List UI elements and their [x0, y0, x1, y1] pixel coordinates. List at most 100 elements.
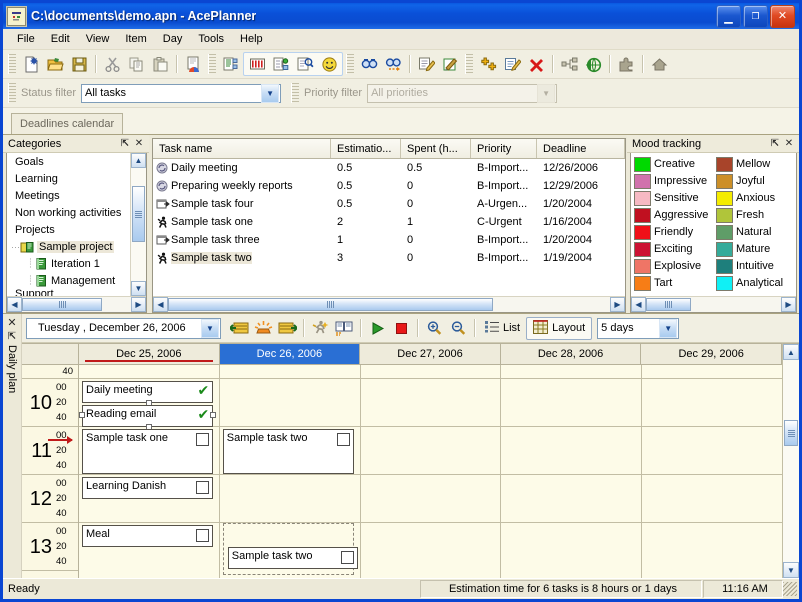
tree-item-sample-project[interactable]: ··· Sample project	[7, 238, 131, 255]
add-task-icon[interactable]	[476, 53, 500, 75]
tree-item-management[interactable]: ┊ Management	[7, 272, 131, 289]
menu-item-day[interactable]: Day	[155, 31, 191, 47]
stop-timer-icon[interactable]	[389, 317, 413, 339]
calendar-vscrollbar[interactable]: ▲ ▼	[782, 343, 799, 578]
scroll-left-button[interactable]: ◀	[7, 297, 22, 312]
categories-tree[interactable]: Goals Learning Meetings Non working acti…	[7, 153, 146, 296]
scroll-thumb[interactable]	[784, 420, 798, 446]
plugin-icon[interactable]	[614, 53, 638, 75]
edit-task-icon[interactable]	[414, 53, 438, 75]
mood-item-intuitive[interactable]: Intuitive	[716, 258, 796, 274]
scroll-up-button[interactable]: ▲	[131, 153, 146, 168]
close-icon[interactable]: ✕	[782, 137, 796, 151]
categories-hscrollbar[interactable]: ◀ ▶	[7, 296, 146, 312]
scroll-left-button[interactable]: ◀	[153, 297, 168, 312]
appointment-sample-task-one[interactable]: Sample task one	[82, 429, 213, 474]
hierarchy-icon[interactable]	[557, 53, 581, 75]
table-row[interactable]: Sample task four 0.5 0 A-Urgen... 1/20/2…	[153, 195, 625, 213]
open-folder-icon[interactable]	[43, 53, 67, 75]
day-column-dec-25[interactable]: Daily meeting ✔ Reading email ✔ Sample t…	[79, 365, 220, 578]
appointment-checkbox[interactable]: ✔	[197, 383, 209, 397]
task-list-hscrollbar[interactable]: ◀ ▶	[153, 296, 625, 312]
mood-item-mellow[interactable]: Mellow	[716, 156, 796, 172]
mood-item-anxious[interactable]: Anxious	[716, 190, 796, 206]
zoom-in-icon[interactable]	[422, 317, 446, 339]
tree-item-meetings[interactable]: Meetings	[7, 187, 131, 204]
highlight-day-icon[interactable]	[251, 317, 275, 339]
appointment-checkbox[interactable]	[336, 433, 350, 446]
scroll-thumb[interactable]	[132, 186, 145, 242]
appointment-checkbox[interactable]	[195, 529, 209, 542]
chevron-down-icon[interactable]: ▼	[261, 83, 280, 103]
pin-icon[interactable]: ⇱	[8, 331, 16, 343]
day-header-dec-26[interactable]: Dec 26, 2006	[219, 344, 361, 364]
appointment-checkbox[interactable]	[195, 433, 209, 446]
mood-item-natural[interactable]: Natural	[716, 224, 796, 240]
table-row[interactable]: Preparing weekly reports 0.5 0 B-Import.…	[153, 177, 625, 195]
day-column-dec-29[interactable]	[642, 365, 782, 578]
scroll-track[interactable]	[22, 297, 131, 312]
find-icon[interactable]	[357, 53, 381, 75]
edit-record-icon[interactable]	[500, 53, 524, 75]
toolbar-grip[interactable]	[208, 54, 216, 74]
appointment-checkbox[interactable]: ✔	[197, 407, 209, 421]
mood-item-tart[interactable]: Tart	[634, 275, 716, 291]
toolbar-grip[interactable]	[8, 54, 16, 74]
mood-item-creative[interactable]: Creative	[634, 156, 716, 172]
scroll-thumb[interactable]	[646, 298, 691, 311]
column-header-deadline[interactable]: Deadline	[537, 139, 625, 158]
day-header-dec-29[interactable]: Dec 29, 2006	[641, 344, 782, 364]
menu-item-item[interactable]: Item	[117, 31, 154, 47]
resize-handle[interactable]	[209, 412, 216, 418]
scroll-down-button[interactable]: ▼	[131, 281, 146, 296]
date-picker-combo[interactable]: Tuesday , December 26, 2006 ▼	[26, 317, 221, 339]
mood-item-impressive[interactable]: Impressive	[634, 173, 716, 189]
tree-item-goals[interactable]: Goals	[7, 153, 131, 170]
resize-grip[interactable]	[783, 582, 797, 596]
day-column-dec-26[interactable]: Sample task two Sample task two	[219, 365, 361, 578]
minimize-button[interactable]: ▁	[716, 4, 741, 28]
tree-item-learning[interactable]: Learning	[7, 170, 131, 187]
table-row[interactable]: Sample task three 1 0 B-Import... 1/20/2…	[153, 231, 625, 249]
scroll-right-button[interactable]: ▶	[131, 297, 146, 312]
day-range-combo[interactable]: 5 days ▼	[597, 317, 680, 339]
tree-item-projects[interactable]: Projects	[7, 221, 131, 238]
chevron-down-icon[interactable]: ▼	[201, 318, 219, 338]
appointment-checkbox[interactable]	[195, 481, 209, 494]
mood-item-aggressive[interactable]: Aggressive	[634, 207, 716, 223]
toolbar-grip[interactable]	[465, 54, 473, 74]
print-preview-icon[interactable]	[181, 53, 205, 75]
find-next-icon[interactable]	[381, 53, 405, 75]
properties-view-icon[interactable]	[293, 53, 317, 75]
day-column-dec-28[interactable]	[501, 365, 643, 578]
scroll-track[interactable]	[646, 297, 781, 312]
home-icon[interactable]	[647, 53, 671, 75]
day-header-dec-28[interactable]: Dec 28, 2006	[501, 344, 642, 364]
copy-icon[interactable]	[124, 53, 148, 75]
day-column-dec-27[interactable]	[360, 365, 502, 578]
tab-deadlines-calendar[interactable]: Deadlines calendar	[11, 113, 124, 134]
list-view-button[interactable]: List	[479, 318, 526, 339]
tree-item-iteration-1[interactable]: ┊ Iteration 1	[7, 255, 131, 272]
maximize-button[interactable]: ❐	[743, 4, 768, 28]
mood-item-sensitive[interactable]: Sensitive	[634, 190, 716, 206]
scroll-track[interactable]	[783, 360, 799, 562]
column-header-task-name[interactable]: Task name	[153, 139, 331, 158]
day-header-dec-27[interactable]: Dec 27, 2006	[360, 344, 501, 364]
save-icon[interactable]	[67, 53, 91, 75]
mood-item-analytical[interactable]: Analytical	[716, 275, 796, 291]
mood-item-friendly[interactable]: Friendly	[634, 224, 716, 240]
cut-icon[interactable]	[100, 53, 124, 75]
zoom-out-icon[interactable]	[446, 317, 470, 339]
menu-item-view[interactable]: View	[78, 31, 118, 47]
scroll-thumb[interactable]	[22, 298, 102, 311]
scroll-right-button[interactable]: ▶	[610, 297, 625, 312]
resize-handle[interactable]	[79, 412, 85, 418]
table-row[interactable]: Sample task one 2 1 C-Urgent 1/16/2004	[153, 213, 625, 231]
paste-icon[interactable]	[148, 53, 172, 75]
column-header-spent[interactable]: Spent (h...	[401, 139, 471, 158]
scroll-up-button[interactable]: ▲	[783, 344, 799, 360]
mood-item-fresh[interactable]: Fresh	[716, 207, 796, 223]
filter-grip[interactable]	[291, 83, 300, 103]
scroll-thumb[interactable]	[168, 298, 493, 311]
